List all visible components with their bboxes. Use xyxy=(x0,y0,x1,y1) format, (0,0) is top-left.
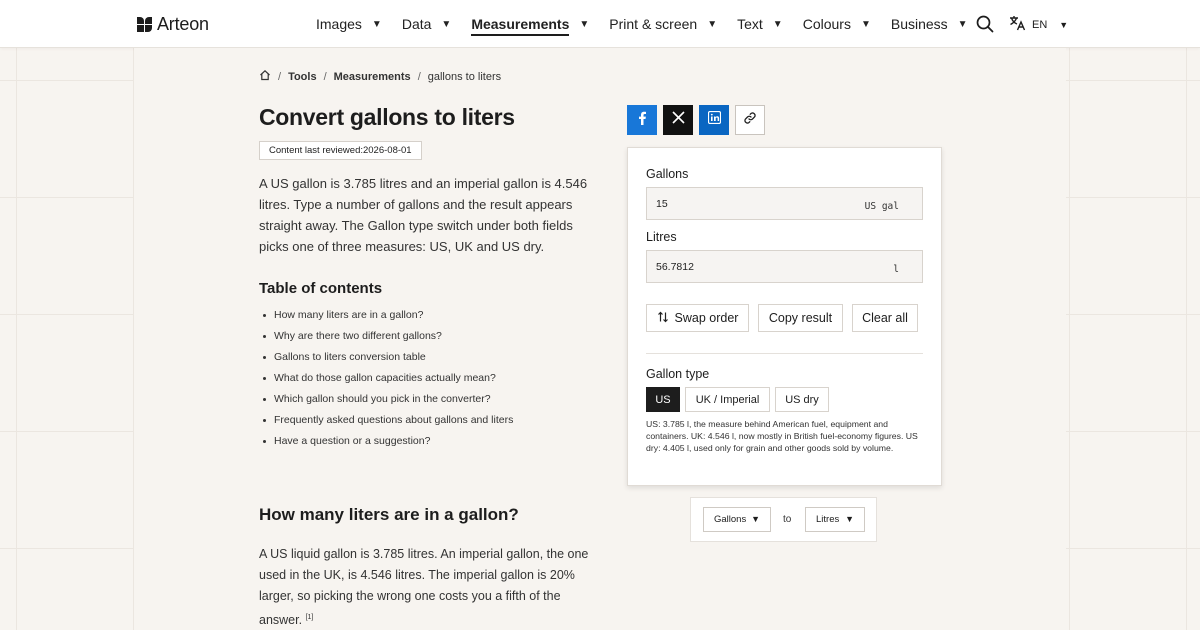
chevron-down-icon: ▼ xyxy=(751,514,760,524)
gallons-label: Gallons xyxy=(646,167,689,181)
link-icon xyxy=(743,111,757,130)
home-icon[interactable] xyxy=(259,69,271,84)
gallon-type-uk[interactable]: UK / Imperial xyxy=(685,387,770,412)
nav-item-colours[interactable]: Colours ▼ xyxy=(803,0,871,48)
chevron-down-icon: ▼ xyxy=(860,18,871,30)
gallon-type-us[interactable]: US xyxy=(646,387,680,412)
chevron-down-icon: ▼ xyxy=(957,18,968,30)
nav-item-print-screen[interactable]: Print & screen ▼ xyxy=(609,0,717,48)
breadcrumb-separator: / xyxy=(417,70,421,83)
logo-icon xyxy=(137,16,153,33)
gallon-type-label: Gallon type xyxy=(646,367,710,381)
facebook-icon xyxy=(637,111,647,130)
litres-input[interactable]: 56.7812 l xyxy=(646,250,923,283)
chevron-down-icon: ▼ xyxy=(579,18,590,30)
breadcrumb-tools[interactable]: Tools xyxy=(288,71,317,83)
copy-link-button[interactable] xyxy=(735,105,765,135)
share-x-button[interactable] xyxy=(663,105,693,135)
to-unit-value: Litres xyxy=(816,514,840,525)
review-date-badge: Content last reviewed:2026-08-01 xyxy=(259,141,422,160)
language-code: EN xyxy=(1032,18,1048,31)
brand-logo[interactable]: Arteon xyxy=(137,14,209,35)
litres-unit: l xyxy=(893,264,899,275)
breadcrumb-measurements[interactable]: Measurements xyxy=(334,71,411,83)
section-heading: How many liters are in a gallon? xyxy=(259,505,519,524)
clear-all-button[interactable]: Clear all xyxy=(852,304,918,332)
from-unit-value: Gallons xyxy=(714,514,747,525)
top-navigation-bar: Arteon Images ▼ Data ▼ Measurements ▼ Pr… xyxy=(0,0,1200,48)
nav-label: Colours xyxy=(802,16,851,32)
gallon-type-us-dry[interactable]: US dry xyxy=(775,387,829,412)
linkedin-icon xyxy=(707,110,721,129)
search-icon[interactable] xyxy=(976,15,994,33)
breadcrumb-separator: / xyxy=(323,70,327,83)
toc-link[interactable]: What do those gallon capacities actually… xyxy=(262,368,513,389)
swap-order-label: Swap order xyxy=(674,311,739,325)
nav-label: Data xyxy=(401,16,432,32)
breadcrumb-current: gallons to liters xyxy=(427,70,502,83)
nav-label: Text xyxy=(737,16,763,32)
to-label: to xyxy=(783,514,792,525)
chevron-down-icon: ▼ xyxy=(845,514,854,524)
nav-label: Images xyxy=(316,16,362,32)
nav-label: Business xyxy=(890,16,948,32)
gallon-type-help: US: 3.785 l, the measure behind American… xyxy=(646,419,918,453)
toc-title: Table of contents xyxy=(259,280,383,297)
share-linkedin-button[interactable] xyxy=(699,105,729,135)
nav-item-business[interactable]: Business ▼ xyxy=(891,0,968,48)
intro-paragraph: A US gallon is 3.785 litres and an imper… xyxy=(259,176,588,254)
nav-label: Measurements xyxy=(471,16,570,36)
from-unit-select[interactable]: Gallons ▼ xyxy=(703,507,771,532)
chevron-down-icon: ▼ xyxy=(1059,19,1069,30)
chevron-down-icon: ▼ xyxy=(707,18,718,30)
gallons-value: 15 xyxy=(656,198,668,210)
language-selector[interactable]: EN ▼ xyxy=(1009,15,1068,34)
breadcrumb-separator: / xyxy=(278,70,282,83)
chevron-down-icon: ▼ xyxy=(371,18,382,30)
toc-link[interactable]: Which gallon should you pick in the conv… xyxy=(262,389,513,410)
nav-item-data[interactable]: Data ▼ xyxy=(402,0,451,48)
toc-link[interactable]: Frequently asked questions about gallons… xyxy=(262,410,513,431)
toc-link[interactable]: How many liters are in a gallon? xyxy=(262,305,513,326)
chevron-down-icon: ▼ xyxy=(772,18,783,30)
section-paragraph: A US liquid gallon is 3.785 litres. An i… xyxy=(259,544,604,630)
litres-label: Litres xyxy=(646,230,677,244)
brand-name: Arteon xyxy=(157,14,209,34)
gallons-input[interactable]: 15 US gal xyxy=(646,187,923,220)
to-unit-select[interactable]: Litres ▼ xyxy=(805,507,865,532)
divider xyxy=(646,353,923,354)
litres-value: 56.7812 xyxy=(656,261,694,273)
chevron-down-icon: ▼ xyxy=(441,18,452,30)
gallons-unit: US gal xyxy=(864,201,899,212)
nav-item-text[interactable]: Text ▼ xyxy=(737,0,783,48)
translate-icon xyxy=(1009,15,1026,34)
table-of-contents: How many liters are in a gallon? Why are… xyxy=(262,305,513,452)
swap-icon xyxy=(657,311,675,326)
nav-item-images[interactable]: Images ▼ xyxy=(316,0,382,48)
footnote-link[interactable]: [1] xyxy=(306,614,314,621)
toc-link[interactable]: Why are there two different gallons? xyxy=(262,326,513,347)
nav-item-measurements[interactable]: Measurements ▼ xyxy=(471,0,589,48)
share-facebook-button[interactable] xyxy=(627,105,657,135)
nav-label: Print & screen xyxy=(609,16,698,32)
copy-result-button[interactable]: Copy result xyxy=(758,304,843,332)
toc-link[interactable]: Gallons to liters conversion table xyxy=(262,347,513,368)
x-icon xyxy=(671,111,685,129)
toc-link[interactable]: Have a question or a suggestion? xyxy=(262,431,513,452)
page-title: Convert gallons to liters xyxy=(259,104,515,130)
breadcrumb: / Tools / Measurements / gallons to lite… xyxy=(259,69,501,84)
main-nav: Images ▼ Data ▼ Measurements ▼ Print & s… xyxy=(316,0,988,48)
swap-order-button[interactable]: Swap order xyxy=(646,304,749,332)
